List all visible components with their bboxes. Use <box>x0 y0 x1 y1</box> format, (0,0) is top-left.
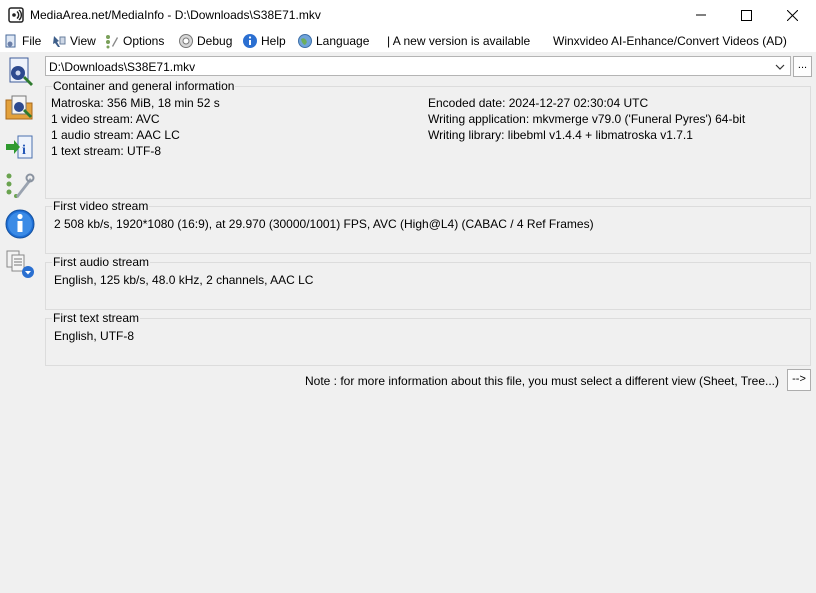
general-line-text-count: 1 text stream: UTF-8 <box>51 144 162 158</box>
menu-debug-label: Debug <box>197 34 233 48</box>
file-path-value: D:\Downloads\S38E71.mkv <box>49 60 196 74</box>
close-icon <box>786 9 798 21</box>
debug-icon <box>179 34 193 48</box>
menu-file[interactable]: File <box>3 33 41 49</box>
menu-options[interactable]: Options <box>104 33 164 49</box>
panel-title-audio: First audio stream <box>52 255 151 269</box>
file-icon <box>5 34 16 48</box>
view-note: Note : for more information about this f… <box>305 374 779 388</box>
panel-title-video: First video stream <box>52 199 150 213</box>
maximize-button[interactable] <box>723 0 769 30</box>
general-line-writing-application: Writing application: mkvmerge v79.0 ('Fu… <box>428 112 746 126</box>
menu-language[interactable]: Language <box>297 33 369 49</box>
panel-title-text: First text stream <box>52 311 141 325</box>
sidebar-toolbar: i <box>0 52 42 593</box>
general-line-video-count: 1 video stream: AVC <box>51 112 160 126</box>
new-version-notice[interactable]: | A new version is available <box>387 34 530 48</box>
close-button[interactable] <box>769 0 815 30</box>
view-icon <box>53 36 66 47</box>
general-line-audio-count: 1 audio stream: AAC LC <box>51 128 180 142</box>
text-stream-panel: First text stream <box>45 311 811 366</box>
menu-language-label: Language <box>316 34 370 48</box>
audio-stream-details: English, 125 kb/s, 48.0 kHz, 2 channels,… <box>54 273 314 287</box>
general-line-writing-library: Writing library: libebml v1.4.4 + libmat… <box>428 128 693 142</box>
change-view-button[interactable]: --> <box>787 369 811 391</box>
open-file-icon[interactable] <box>4 56 36 88</box>
video-stream-details: 2 508 kb/s, 1920*1080 (16:9), at 29.970 … <box>54 217 594 231</box>
title-bar: MediaArea.net/MediaInfo - D:\Downloads\S… <box>0 0 816 30</box>
open-folder-icon[interactable] <box>4 92 36 124</box>
file-path-combobox[interactable]: D:\Downloads\S38E71.mkv <box>45 56 791 76</box>
menu-options-label: Options <box>123 34 165 48</box>
ad-link[interactable]: Winxvideo AI-Enhance/Convert Videos (AD) <box>553 34 787 48</box>
preferences-icon[interactable] <box>4 170 36 202</box>
svg-text:i: i <box>22 143 26 158</box>
window-title: MediaArea.net/MediaInfo - D:\Downloads\S… <box>30 8 321 22</box>
chevron-down-icon[interactable] <box>773 60 787 74</box>
general-line-encoded-date: Encoded date: 2024-12-27 02:30:04 UTC <box>428 96 649 110</box>
general-line-format: Matroska: 356 MiB, 18 min 52 s <box>51 96 220 110</box>
knowledge-base-icon[interactable] <box>4 248 36 280</box>
help-icon <box>243 34 257 48</box>
about-icon[interactable] <box>4 208 36 240</box>
menu-help[interactable]: Help <box>242 33 286 49</box>
panel-title-general: Container and general information <box>52 79 236 93</box>
browse-button[interactable]: ... <box>793 56 812 77</box>
maximize-icon <box>740 9 752 21</box>
export-icon[interactable]: i <box>4 132 36 164</box>
menu-view-label: View <box>70 34 96 48</box>
minimize-icon <box>696 14 706 16</box>
mediainfo-logo-icon <box>8 7 24 23</box>
menu-bar: File View Options Debug Help Language | … <box>0 30 816 52</box>
minimize-button[interactable] <box>678 0 724 30</box>
menu-file-label: File <box>22 34 42 48</box>
menu-debug[interactable]: Debug <box>178 33 232 49</box>
options-icon <box>106 35 118 49</box>
menu-help-label: Help <box>261 34 286 48</box>
globe-icon <box>298 34 312 48</box>
menu-view[interactable]: View <box>51 33 96 49</box>
text-stream-details: English, UTF-8 <box>54 329 135 343</box>
